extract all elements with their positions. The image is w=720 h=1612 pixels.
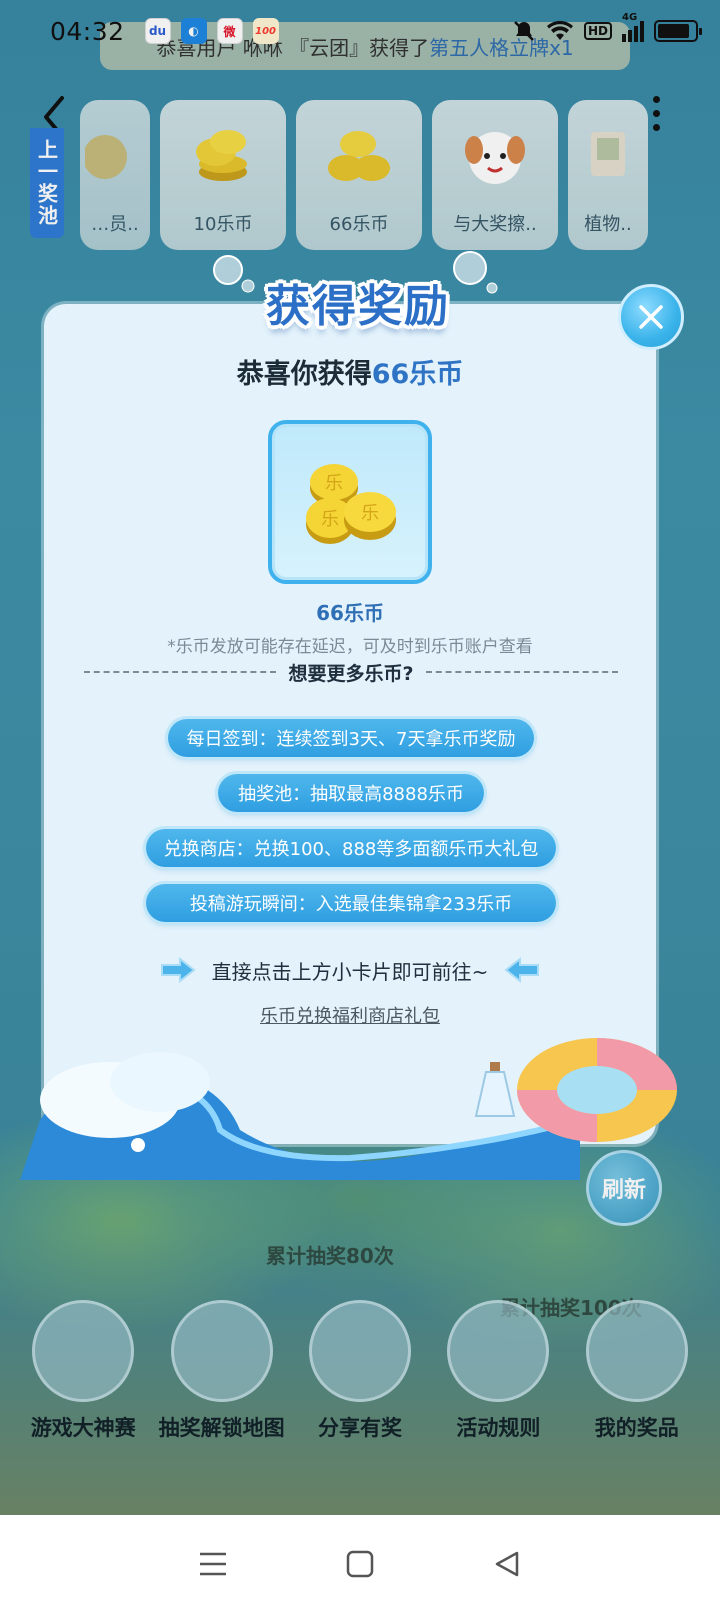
more-coins-divider: 想要更多乐币? — [84, 652, 618, 692]
home-square-icon — [346, 1550, 374, 1577]
tip-lottery-pool[interactable]: 抽奖池：抽取最高8888乐币 — [218, 774, 484, 812]
back-triangle-icon — [495, 1551, 518, 1576]
modal-title: 获得奖励 — [266, 281, 450, 332]
headline-amount: 66乐币 — [371, 359, 464, 390]
menu-button[interactable] — [183, 1534, 243, 1594]
home-button[interactable] — [330, 1534, 390, 1594]
svg-text:乐: 乐 — [325, 473, 343, 494]
coins-icon: 乐 乐 乐 — [306, 464, 396, 544]
reward-item-box: 乐 乐 乐 — [268, 420, 432, 584]
reward-headline: 恭喜你获得66乐币 — [44, 352, 656, 391]
exchange-store-link[interactable]: 乐币兑换福利商店礼包 — [44, 1002, 656, 1028]
back-button[interactable] — [477, 1534, 537, 1594]
tip-submit-moments[interactable]: 投稿游玩瞬间：入选最佳集锦拿233乐币 — [146, 884, 556, 922]
menu-icon — [200, 1552, 227, 1575]
close-button[interactable] — [618, 284, 684, 350]
goto-hint: 直接点击上方小卡片即可前往~ — [44, 950, 656, 990]
reward-name: 66乐币 — [316, 601, 384, 625]
close-icon — [639, 305, 663, 329]
svg-text:乐: 乐 — [321, 509, 339, 530]
headline-prefix: 恭喜你获得 — [236, 359, 372, 390]
tip-daily-checkin[interactable]: 每日签到：连续签到3天、7天拿乐币奖励 — [168, 719, 534, 757]
svg-text:乐: 乐 — [361, 503, 379, 524]
arrow-right-icon — [160, 957, 196, 983]
system-nav-bar — [0, 1515, 720, 1612]
divider-text: 想要更多乐币? — [288, 662, 414, 685]
goto-text: 直接点击上方小卡片即可前往~ — [211, 959, 489, 984]
arrow-left-icon — [504, 957, 540, 983]
tip-exchange-store[interactable]: 兑换商店：兑换100、888等多面额乐币大礼包 — [146, 829, 556, 867]
swim-ring-icon — [517, 1038, 677, 1142]
